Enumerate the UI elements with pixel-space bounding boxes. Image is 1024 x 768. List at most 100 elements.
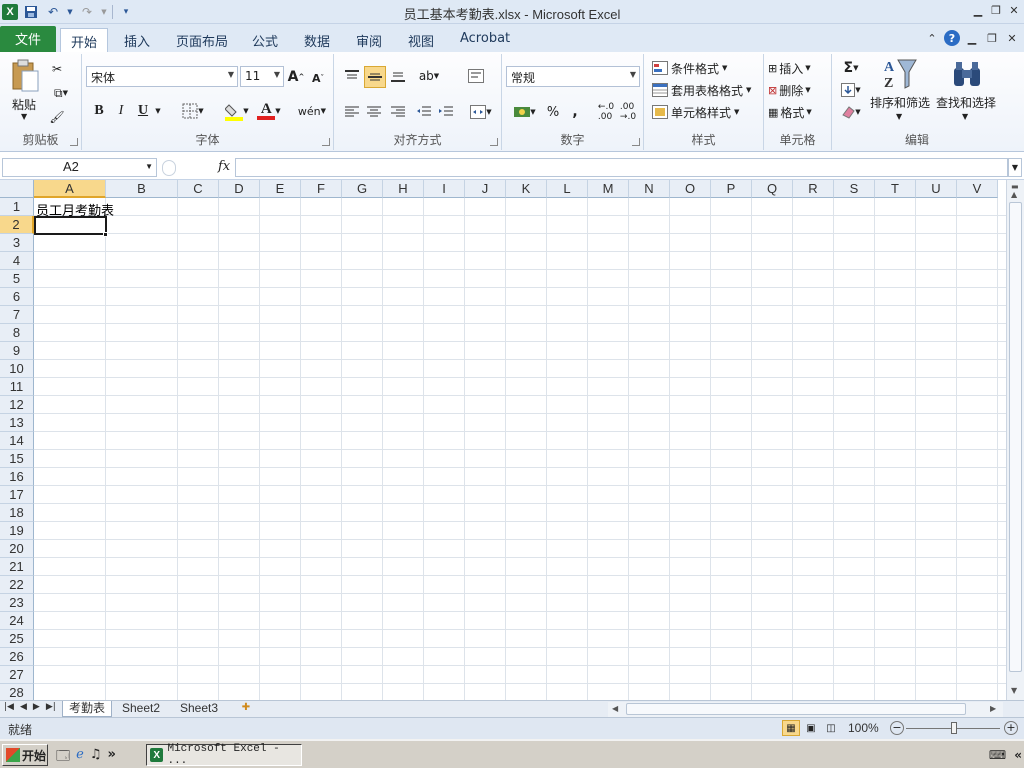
- horizontal-scroll-thumb[interactable]: [626, 703, 966, 715]
- tab-acrobat[interactable]: Acrobat: [450, 28, 520, 52]
- restore-icon[interactable]: ❐: [988, 2, 1004, 18]
- percent-button[interactable]: %: [544, 102, 562, 122]
- sort-filter-label[interactable]: 排序和筛选: [870, 94, 930, 111]
- column-header-B[interactable]: B: [106, 180, 178, 198]
- column-header-C[interactable]: C: [178, 180, 219, 198]
- find-select-dropdown-icon[interactable]: ▼: [962, 112, 968, 121]
- zoom-out-icon[interactable]: −: [890, 721, 904, 735]
- increase-decimal-icon[interactable]: ←.0.00: [596, 102, 616, 122]
- merge-center-icon[interactable]: ▼: [466, 102, 496, 122]
- sort-filter-icon[interactable]: AZ: [880, 56, 920, 92]
- minimize-icon[interactable]: ▁: [970, 2, 986, 18]
- scroll-down-icon[interactable]: ▼: [1011, 686, 1017, 695]
- cell-styles-button[interactable]: 单元格样式 ▼: [652, 102, 762, 122]
- insert-function-button[interactable]: fx: [218, 159, 230, 174]
- clipboard-launcher-icon[interactable]: [70, 138, 78, 146]
- column-header-H[interactable]: H: [383, 180, 424, 198]
- fill-color-icon[interactable]: ▼: [222, 100, 252, 122]
- shrink-font-icon[interactable]: Aˇ: [310, 70, 326, 86]
- font-size-select[interactable]: 11 ▼: [240, 66, 284, 87]
- scroll-right-icon[interactable]: ▶: [990, 704, 996, 713]
- scroll-up-icon[interactable]: ▲: [1011, 190, 1017, 199]
- prev-sheet-icon[interactable]: ◀: [20, 702, 27, 712]
- row-header-28[interactable]: 28: [0, 684, 34, 700]
- row-header-5[interactable]: 5: [0, 270, 34, 288]
- comma-button[interactable]: ,: [568, 102, 582, 122]
- italic-button[interactable]: I: [112, 102, 130, 120]
- column-header-E[interactable]: E: [260, 180, 301, 198]
- column-header-V[interactable]: V: [957, 180, 998, 198]
- page-break-view-icon[interactable]: ◫: [822, 720, 840, 736]
- collapse-ribbon-icon[interactable]: ⌃: [924, 30, 940, 46]
- row-header-12[interactable]: 12: [0, 396, 34, 414]
- fill-icon[interactable]: ▼: [838, 80, 864, 100]
- doc-minimize-icon[interactable]: ▁: [964, 30, 980, 46]
- help-icon[interactable]: ?: [944, 30, 960, 46]
- increase-indent-icon[interactable]: [436, 102, 456, 122]
- row-header-2[interactable]: 2: [0, 216, 34, 234]
- paste-icon[interactable]: [8, 58, 42, 94]
- column-header-S[interactable]: S: [834, 180, 875, 198]
- font-launcher-icon[interactable]: [322, 138, 330, 146]
- column-header-M[interactable]: M: [588, 180, 629, 198]
- row-header-15[interactable]: 15: [0, 450, 34, 468]
- sheet-tab-attendance[interactable]: 考勤表: [62, 701, 113, 717]
- page-layout-view-icon[interactable]: ▣: [802, 720, 820, 736]
- scroll-left-icon[interactable]: ◀: [612, 704, 618, 713]
- last-sheet-icon[interactable]: ▶|: [46, 702, 56, 712]
- horizontal-scrollbar[interactable]: ◀ ▶: [608, 702, 1003, 717]
- close-icon[interactable]: ✕: [1006, 2, 1022, 18]
- align-bottom-icon[interactable]: [388, 66, 408, 86]
- font-color-icon[interactable]: A ▼: [254, 100, 284, 122]
- delete-cells-button[interactable]: ⊠ 删除 ▼: [768, 80, 828, 100]
- taskbar-excel-item[interactable]: X Microsoft Excel - ...: [146, 743, 302, 767]
- column-header-K[interactable]: K: [506, 180, 547, 198]
- font-name-select[interactable]: 宋体 ▼: [86, 66, 238, 87]
- tab-insert[interactable]: 插入: [114, 28, 160, 52]
- row-header-7[interactable]: 7: [0, 306, 34, 324]
- alignment-launcher-icon[interactable]: [490, 138, 498, 146]
- orientation-icon[interactable]: ab ▼: [416, 66, 442, 86]
- zoom-level[interactable]: 100%: [848, 721, 879, 735]
- row-header-27[interactable]: 27: [0, 666, 34, 684]
- format-painter-icon[interactable]: 🖌: [48, 108, 66, 126]
- row-header-21[interactable]: 21: [0, 558, 34, 576]
- column-header-F[interactable]: F: [301, 180, 342, 198]
- tab-formulas[interactable]: 公式: [242, 28, 288, 52]
- tab-view[interactable]: 视图: [398, 28, 444, 52]
- wrap-text-icon[interactable]: [466, 66, 486, 86]
- fill-handle[interactable]: [103, 232, 108, 237]
- expand-formula-bar-icon[interactable]: ▼: [1008, 158, 1022, 177]
- format-cells-button[interactable]: ▦ 格式 ▼: [768, 102, 828, 122]
- paste-dropdown-icon[interactable]: ▼: [21, 112, 27, 121]
- paste-label[interactable]: 粘贴: [12, 96, 36, 113]
- binoculars-icon[interactable]: [950, 56, 984, 92]
- row-header-11[interactable]: 11: [0, 378, 34, 396]
- borders-icon[interactable]: ▼: [178, 102, 208, 120]
- row-header-23[interactable]: 23: [0, 594, 34, 612]
- row-header-19[interactable]: 19: [0, 522, 34, 540]
- row-header-4[interactable]: 4: [0, 252, 34, 270]
- row-header-9[interactable]: 9: [0, 342, 34, 360]
- conditional-formatting-button[interactable]: 条件格式 ▼: [652, 58, 762, 78]
- row-header-25[interactable]: 25: [0, 630, 34, 648]
- column-header-N[interactable]: N: [629, 180, 670, 198]
- align-center-icon[interactable]: [364, 102, 384, 122]
- column-header-O[interactable]: O: [670, 180, 711, 198]
- row-header-24[interactable]: 24: [0, 612, 34, 630]
- active-cell-A2[interactable]: [34, 216, 107, 235]
- start-button[interactable]: 开始: [2, 744, 48, 766]
- decrease-decimal-icon[interactable]: .00 →.0: [618, 102, 638, 122]
- column-header-L[interactable]: L: [547, 180, 588, 198]
- clear-icon[interactable]: ▼: [838, 102, 864, 122]
- column-header-A[interactable]: A: [34, 180, 106, 198]
- tab-file[interactable]: 文件: [0, 26, 56, 52]
- row-header-22[interactable]: 22: [0, 576, 34, 594]
- desktop-icon[interactable]: 🗔: [56, 747, 70, 768]
- sheet-tab-sheet3[interactable]: Sheet3: [174, 701, 224, 717]
- more-icon[interactable]: »: [107, 747, 115, 768]
- vertical-scroll-thumb[interactable]: [1009, 202, 1022, 672]
- column-header-T[interactable]: T: [875, 180, 916, 198]
- row-header-8[interactable]: 8: [0, 324, 34, 342]
- grow-font-icon[interactable]: A ^: [288, 68, 305, 86]
